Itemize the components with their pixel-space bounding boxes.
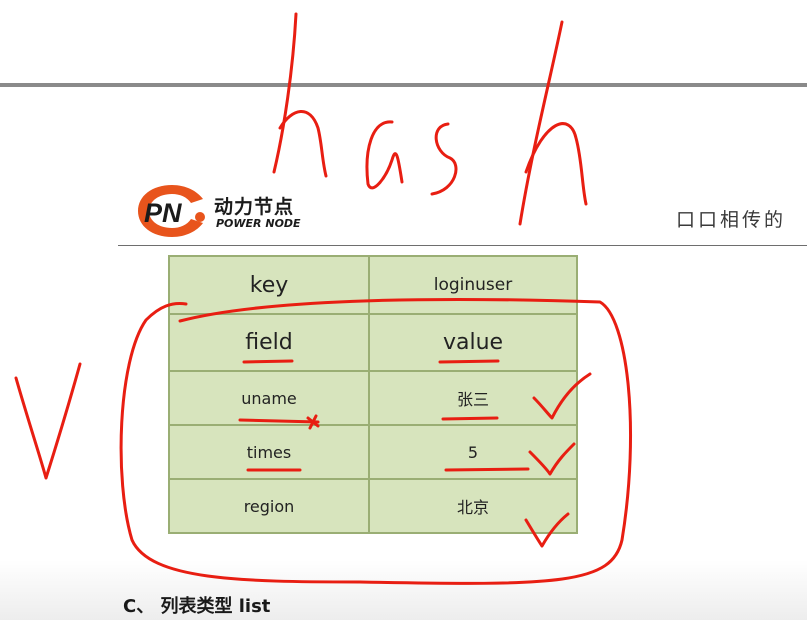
header-divider (118, 245, 807, 246)
value-cell: 张三 (368, 370, 578, 426)
svg-text:PN: PN (144, 198, 182, 228)
key-value-cell: loginuser (368, 255, 578, 315)
check-mark-large (14, 362, 82, 480)
power-node-logo-icon: PN (138, 185, 205, 237)
hash-structure-table: key loginuser field value uname 张三 times… (168, 255, 578, 534)
field-header-cell: field (168, 313, 370, 372)
bottom-shadow-band (0, 560, 807, 620)
value-header-cell: value (368, 313, 578, 372)
value-cell: 5 (368, 424, 578, 480)
key-label-cell: key (168, 255, 370, 315)
field-cell: region (168, 478, 370, 534)
value-cell: 北京 (368, 478, 578, 534)
table-row: times 5 (168, 424, 578, 480)
section-heading: C、 列表类型 list (123, 596, 271, 617)
top-divider (0, 83, 807, 87)
header-right-text: 口口相传的 (676, 209, 787, 231)
table-row-header: field value (168, 313, 578, 372)
table-row: uname 张三 (168, 370, 578, 426)
field-cell: uname (168, 370, 370, 426)
logo-english-text: POWER NODE (216, 217, 301, 230)
power-node-logo: PN 动力节点 POWER NODE (134, 181, 334, 241)
field-cell: times (168, 424, 370, 480)
table-row-key: key loginuser (168, 255, 578, 315)
logo-chinese-text: 动力节点 (214, 196, 295, 218)
table-row: region 北京 (168, 478, 578, 534)
slide-canvas: PN 动力节点 POWER NODE 口口相传的 key loginuser f… (0, 0, 807, 620)
